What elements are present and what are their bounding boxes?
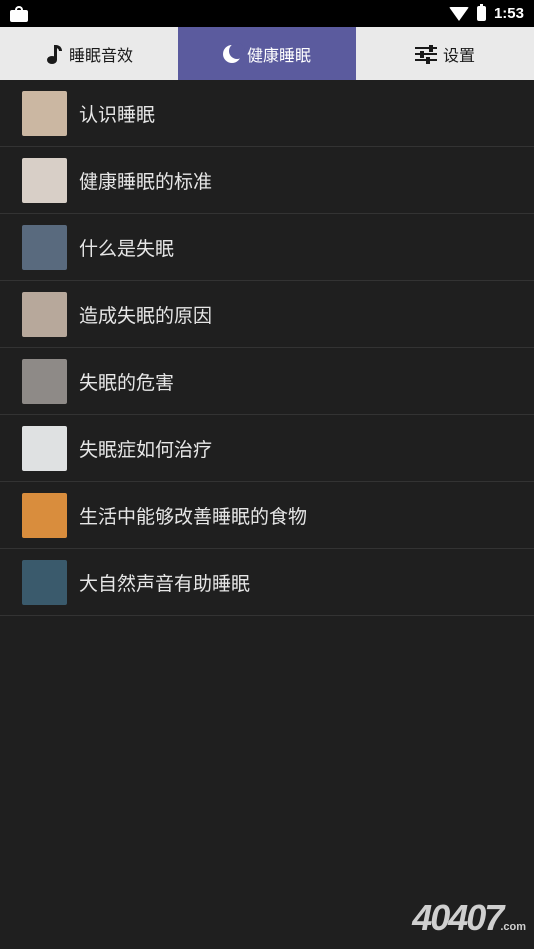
watermark-text: 40407	[412, 897, 504, 938]
tab-sleep-sounds[interactable]: 睡眠音效	[0, 27, 178, 80]
watermark-logo: 40407.com	[412, 897, 526, 939]
tab-settings[interactable]: 设置	[356, 27, 534, 80]
tab-bar: 睡眠音效 健康睡眠 设置	[0, 27, 534, 80]
list-item[interactable]: 生活中能够改善睡眠的食物	[0, 482, 534, 549]
list-item-title: 生活中能够改善睡眠的食物	[79, 505, 308, 528]
list-item-title: 造成失眠的原因	[79, 304, 213, 327]
list-item[interactable]: 失眠症如何治疗	[0, 415, 534, 482]
thumbnail-image	[22, 291, 67, 337]
list-item[interactable]: 造成失眠的原因	[0, 281, 534, 348]
thumbnail-image	[22, 90, 67, 136]
tab-label: 健康睡眠	[246, 45, 311, 65]
tab-label: 设置	[442, 45, 475, 65]
thumbnail-image	[22, 492, 67, 538]
moon-icon	[222, 42, 245, 63]
list-item[interactable]: 大自然声音有助睡眠	[0, 549, 534, 616]
list-item-title: 大自然声音有助睡眠	[79, 572, 251, 595]
thumbnail-image	[22, 157, 67, 203]
battery-icon	[476, 4, 486, 21]
list-item[interactable]: 失眠的危害	[0, 348, 534, 415]
wifi-icon	[448, 6, 469, 21]
list-item[interactable]: 什么是失眠	[0, 214, 534, 281]
list-item-title: 什么是失眠	[79, 237, 175, 260]
thumbnail-image	[22, 224, 67, 270]
tab-label: 睡眠音效	[68, 45, 133, 65]
list-item-title: 认识睡眠	[79, 103, 156, 126]
status-time: 1:53	[493, 5, 524, 22]
list-item-title: 失眠症如何治疗	[79, 438, 213, 461]
watermark-suffix: .com	[500, 921, 526, 933]
thumbnail-image	[22, 425, 67, 471]
list-item[interactable]: 健康睡眠的标准	[0, 147, 534, 214]
settings-sliders-icon	[414, 44, 437, 64]
thumbnail-image	[22, 358, 67, 404]
list-item-title: 失眠的危害	[79, 371, 175, 394]
thumbnail-image	[22, 559, 67, 605]
shopping-bag-icon	[10, 5, 28, 22]
list-item[interactable]: 认识睡眠	[0, 80, 534, 147]
list-item-title: 健康睡眠的标准	[79, 170, 213, 193]
article-list: 认识睡眠 健康睡眠的标准 什么是失眠 造成失眠的原因 失眠的危害 失眠症如何治疗…	[0, 80, 534, 616]
status-bar: 1:53	[0, 0, 534, 27]
tab-healthy-sleep[interactable]: 健康睡眠	[178, 27, 356, 80]
music-note-icon	[45, 44, 63, 64]
